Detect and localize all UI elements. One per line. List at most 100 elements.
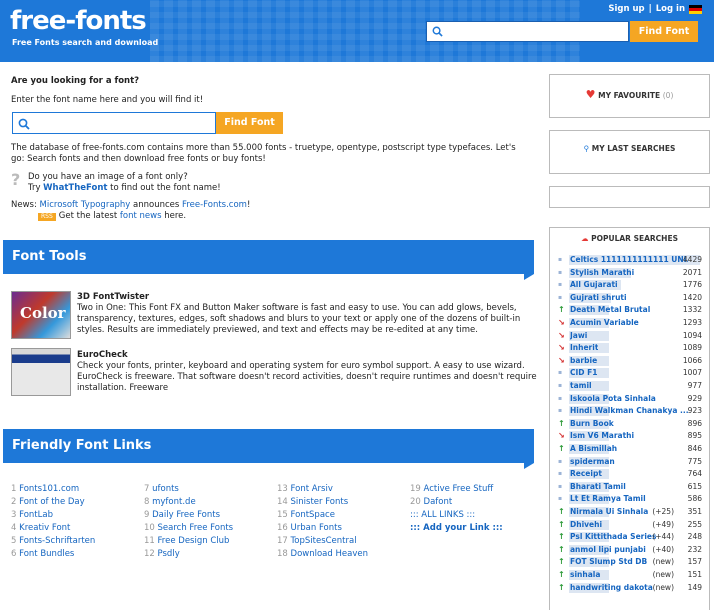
link-item[interactable]: 19 Active Free Stuff <box>410 483 503 496</box>
popular-search-link[interactable]: Hindi Walkman Chanakya ... <box>570 405 688 417</box>
bullet-icon: ▪ <box>558 482 563 490</box>
link-item[interactable]: 10 Search Free Fonts <box>144 522 233 535</box>
font-news-link[interactable]: font news <box>120 211 162 221</box>
popular-search-row[interactable]: ↘ barbie 1066 <box>556 355 706 367</box>
link-item[interactable]: 15 FontSpace <box>277 509 368 522</box>
link-item[interactable]: 12 Psdly <box>144 548 233 561</box>
link-item[interactable]: 18 Download Heaven <box>277 548 368 561</box>
database-description: The database of free-fonts.com contains … <box>11 143 516 164</box>
popular-search-link[interactable]: CID F1 <box>570 367 597 379</box>
popular-search-link[interactable]: All Gujarati <box>570 279 618 291</box>
popular-search-link[interactable]: Dhivehi <box>570 519 602 531</box>
popular-search-row[interactable]: ↑ FOT Slump Std DB (new) 157 <box>556 556 706 568</box>
link-item[interactable]: 16 Urban Fonts <box>277 522 368 535</box>
popular-search-row[interactable]: ▪ spiderman 775 <box>556 456 706 468</box>
popular-search-row[interactable]: ↑ Nirmala Ui Sinhala (+25) 351 <box>556 506 706 518</box>
link-item[interactable]: 2 Font of the Day <box>11 496 95 509</box>
fonttwister-link[interactable]: 3D FontTwister <box>77 292 149 303</box>
popular-search-row[interactable]: ▪ Lt Et Ramya Tamil 586 <box>556 493 706 505</box>
eurocheck-thumbnail[interactable] <box>11 348 71 396</box>
add-your-link[interactable]: ::: Add your Link ::: <box>410 522 503 535</box>
popular-search-link[interactable]: Inherit <box>570 342 598 354</box>
link-item[interactable]: 9 Daily Free Fonts <box>144 509 233 522</box>
search-count: 151 <box>687 570 702 579</box>
link-item[interactable]: 17 TopSitesCentral <box>277 535 368 548</box>
main-find-font-button[interactable]: Find Font <box>216 112 283 134</box>
popular-search-link[interactable]: Burn Book <box>570 418 614 430</box>
popular-search-row[interactable]: ↘ Inherit 1089 <box>556 342 706 354</box>
popular-search-link[interactable]: barbie <box>570 355 597 367</box>
popular-search-row[interactable]: ↑ handwriting dakota (new) 149 <box>556 582 706 594</box>
last-searches-box[interactable]: ⚲ MY LAST SEARCHES <box>549 130 710 174</box>
free-fonts-news-link[interactable]: Free-Fonts.com <box>182 200 247 210</box>
popular-search-link[interactable]: Iskoola Pota Sinhala <box>570 393 656 405</box>
popular-search-row[interactable]: ▪ All Gujarati 1776 <box>556 279 706 291</box>
popular-search-link[interactable]: sinhala <box>570 569 600 581</box>
popular-search-row[interactable]: ▪ Receipt 764 <box>556 468 706 480</box>
bullet-icon: ▪ <box>558 293 563 301</box>
header-find-font-button[interactable]: Find Font <box>630 21 698 42</box>
popular-search-row[interactable]: ▪ Hindi Walkman Chanakya ... 923 <box>556 405 706 417</box>
site-logo[interactable]: free-fonts <box>10 6 147 36</box>
whatthefont-link[interactable]: WhatTheFont <box>43 183 107 193</box>
microsoft-typography-link[interactable]: Microsoft Typography <box>40 200 131 210</box>
link-item[interactable]: 20 Dafont <box>410 496 503 509</box>
link-item[interactable]: 14 Sinister Fonts <box>277 496 368 509</box>
popular-search-row[interactable]: ↘ Ism V6 Marathi 895 <box>556 430 706 442</box>
popular-search-link[interactable]: Psl Kittithada Series <box>570 531 656 543</box>
popular-search-row[interactable]: ▪ Celtics 1111111111111 UNI... 4429 <box>556 254 706 266</box>
popular-search-link[interactable]: Receipt <box>570 468 602 480</box>
popular-search-link[interactable]: Nirmala Ui Sinhala <box>570 506 648 518</box>
popular-search-row[interactable]: ↑ sinhala (new) 151 <box>556 569 706 581</box>
popular-search-link[interactable]: A Bismillah <box>570 443 617 455</box>
rss-badge[interactable]: RSS <box>38 213 56 221</box>
popular-search-row[interactable]: ↑ Burn Book 896 <box>556 418 706 430</box>
link-item[interactable]: 11 Free Design Club <box>144 535 233 548</box>
popular-search-row[interactable]: ▪ Stylish Marathi 2071 <box>556 267 706 279</box>
popular-search-row[interactable]: ▪ Gujrati shruti 1420 <box>556 292 706 304</box>
popular-search-link[interactable]: tamil <box>570 380 592 392</box>
popular-search-row[interactable]: ▪ Iskoola Pota Sinhala 929 <box>556 393 706 405</box>
popular-search-link[interactable]: Gujrati shruti <box>570 292 627 304</box>
favourite-box[interactable]: ♥ MY FAVOURITE (0) <box>549 74 710 118</box>
link-item[interactable]: 8 myfont.de <box>144 496 233 509</box>
popular-search-row[interactable]: ↑ anmol lipi punjabi (+40) 232 <box>556 544 706 556</box>
popular-search-row[interactable]: ↑ Psl Kittithada Series (+44) 248 <box>556 531 706 543</box>
link-item[interactable]: 7 ufonts <box>144 483 233 496</box>
main-search-input[interactable] <box>12 112 216 134</box>
popular-search-row[interactable]: ↑ Dhivehi (+49) 255 <box>556 519 706 531</box>
popular-search-link[interactable]: Stylish Marathi <box>570 267 634 279</box>
popular-search-link[interactable]: Bharati Tamil <box>570 481 626 493</box>
popular-search-row[interactable]: ↑ Death Metal Brutal 1332 <box>556 304 706 316</box>
popular-search-link[interactable]: Death Metal Brutal <box>570 304 650 316</box>
popular-search-row[interactable]: ↑ A Bismillah 846 <box>556 443 706 455</box>
popular-search-link[interactable]: Jawi <box>570 330 587 342</box>
popular-search-link[interactable]: handwriting dakota <box>570 582 653 594</box>
eurocheck-link[interactable]: EuroCheck <box>77 350 128 361</box>
header-search-input[interactable] <box>426 21 629 42</box>
popular-search-link[interactable]: FOT Slump Std DB <box>570 556 647 568</box>
popular-search-link[interactable]: Acumin Variable <box>570 317 639 329</box>
popular-search-link[interactable]: Ism V6 Marathi <box>570 430 634 442</box>
link-item[interactable]: 13 Font Arsiv <box>277 483 368 496</box>
popular-search-row[interactable]: ↘ Jawi 1094 <box>556 330 706 342</box>
signup-link[interactable]: Sign up <box>608 4 644 14</box>
link-item[interactable]: 3 FontLab <box>11 509 95 522</box>
popular-search-row[interactable]: ▪ tamil 977 <box>556 380 706 392</box>
fonttwister-thumbnail[interactable]: Color <box>11 291 71 339</box>
link-item[interactable]: 6 Font Bundles <box>11 548 95 561</box>
popular-search-row[interactable]: ↘ Acumin Variable 1293 <box>556 317 706 329</box>
popular-search-link[interactable]: Celtics 1111111111111 UNI... <box>570 254 688 266</box>
trend-down-icon: ↘ <box>558 318 565 327</box>
link-item[interactable]: 1 Fonts101.com <box>11 483 95 496</box>
login-link[interactable]: Log in <box>656 4 685 14</box>
german-flag-icon[interactable] <box>689 4 702 14</box>
popular-search-link[interactable]: Lt Et Ramya Tamil <box>570 493 646 505</box>
popular-search-row[interactable]: ▪ Bharati Tamil 615 <box>556 481 706 493</box>
popular-search-link[interactable]: spiderman <box>570 456 615 468</box>
link-item[interactable]: 4 Kreativ Font <box>11 522 95 535</box>
popular-search-row[interactable]: ▪ CID F1 1007 <box>556 367 706 379</box>
link-item[interactable]: 5 Fonts-Schriftarten <box>11 535 95 548</box>
popular-search-link[interactable]: anmol lipi punjabi <box>570 544 646 556</box>
all-links-link[interactable]: ::: ALL LINKS ::: <box>410 509 503 522</box>
